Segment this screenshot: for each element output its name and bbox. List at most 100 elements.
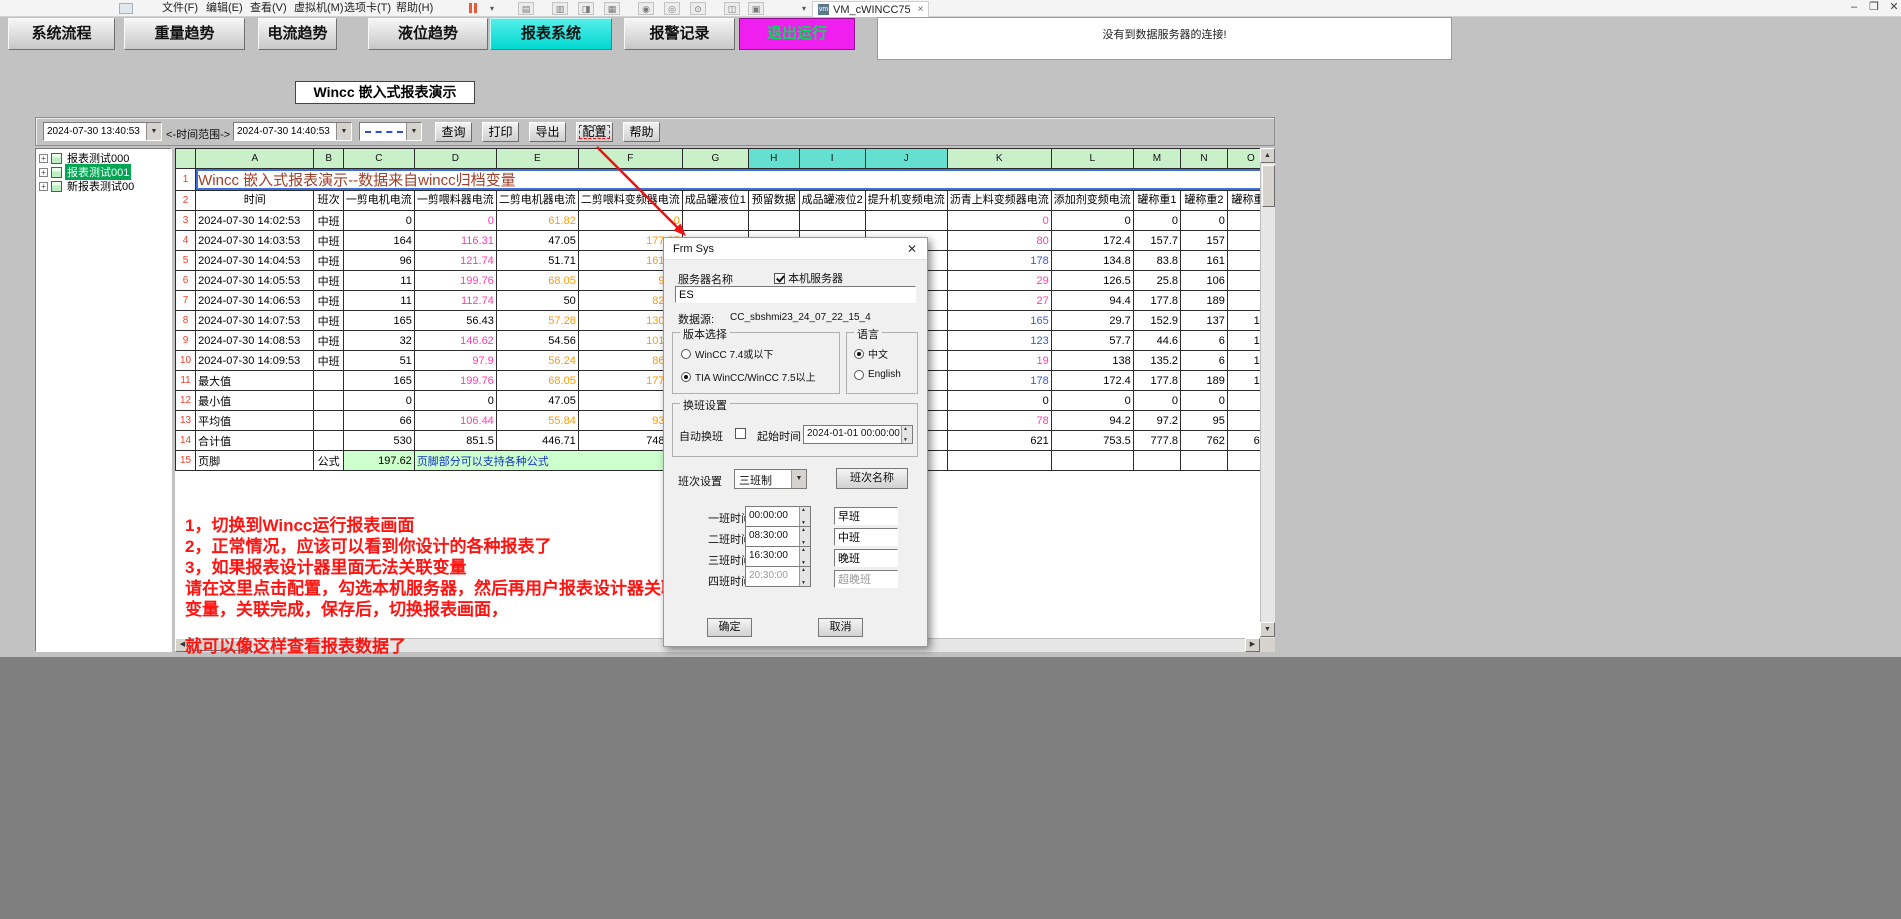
cell-r4-c11[interactable]: 172.4: [1051, 231, 1133, 251]
field-header-3[interactable]: 一剪喂料器电流: [414, 191, 496, 211]
shift2-name-input[interactable]: [834, 528, 898, 546]
cell-r10-c2[interactable]: 51: [343, 351, 414, 371]
cell-r12-c13[interactable]: 0: [1181, 391, 1228, 411]
field-header-11[interactable]: 添加剂变频电流: [1051, 191, 1133, 211]
column-header-B[interactable]: B: [314, 149, 343, 169]
nav-weight-trend-button[interactable]: 重量趋势: [124, 18, 245, 50]
radio-wincc74[interactable]: WinCC 7.4或以下: [681, 346, 773, 361]
cancel-button[interactable]: 取消: [818, 618, 863, 637]
cell-r4-c1[interactable]: 中班: [314, 231, 343, 251]
cell-r11-c13[interactable]: 189: [1181, 371, 1228, 391]
scroll-left-icon[interactable]: ◀: [175, 638, 190, 652]
query-button[interactable]: 查询: [435, 122, 472, 142]
cell-r5-c4[interactable]: 51.71: [496, 251, 578, 271]
cell-r10-c10[interactable]: 19: [947, 351, 1051, 371]
cell-r3-c8[interactable]: [799, 211, 865, 231]
sheet-title-cell[interactable]: Wincc 嵌入式报表演示--数据来自wincc归档变量: [196, 169, 1275, 191]
cell-r6-c12[interactable]: 25.8: [1133, 271, 1180, 291]
cell-r8-c1[interactable]: 中班: [314, 311, 343, 331]
cell-r5-c10[interactable]: 178: [947, 251, 1051, 271]
column-header-F[interactable]: F: [578, 149, 682, 169]
export-button[interactable]: 导出: [529, 122, 566, 142]
cell-r4-c12[interactable]: 157.7: [1133, 231, 1180, 251]
cell-footer-empty-4[interactable]: [1181, 451, 1228, 471]
scroll-right-icon[interactable]: ▶: [1245, 638, 1260, 652]
dialog-titlebar[interactable]: Frm Sys ✕: [664, 238, 927, 260]
row-header-12[interactable]: 12: [176, 391, 196, 411]
cell-r14-c0[interactable]: 合计值: [196, 431, 314, 451]
sound-device-icon[interactable]: ◨: [578, 2, 594, 15]
nav-current-trend-button[interactable]: 电流趋势: [258, 18, 337, 50]
print-button[interactable]: 打印: [482, 122, 519, 142]
checkbox-checked-icon[interactable]: [774, 273, 785, 284]
row-header-6[interactable]: 6: [176, 271, 196, 291]
cell-r12-c3[interactable]: 0: [414, 391, 496, 411]
power-dropdown-caret-icon[interactable]: ▾: [484, 2, 500, 15]
spinner-icon[interactable]: [901, 426, 912, 443]
cell-r3-c3[interactable]: 0: [414, 211, 496, 231]
cell-r4-c0[interactable]: 2024-07-30 14:03:53: [196, 231, 314, 251]
cell-r7-c12[interactable]: 177.8: [1133, 291, 1180, 311]
cell-r4-c10[interactable]: 80: [947, 231, 1051, 251]
cell-r12-c10[interactable]: 0: [947, 391, 1051, 411]
server-name-input[interactable]: [675, 286, 916, 303]
cell-r4-c2[interactable]: 164: [343, 231, 414, 251]
cell-r3-c12[interactable]: 0: [1133, 211, 1180, 231]
column-header-C[interactable]: C: [343, 149, 414, 169]
row-header-11[interactable]: 11: [176, 371, 196, 391]
cell-r7-c1[interactable]: 中班: [314, 291, 343, 311]
column-header-N[interactable]: N: [1181, 149, 1228, 169]
row-header-5[interactable]: 5: [176, 251, 196, 271]
row-header-7[interactable]: 7: [176, 291, 196, 311]
cell-r5-c1[interactable]: 中班: [314, 251, 343, 271]
field-header-12[interactable]: 罐称重1: [1133, 191, 1180, 211]
vertical-scrollbar[interactable]: ▲ ▼: [1260, 148, 1275, 652]
cell-r6-c4[interactable]: 68.05: [496, 271, 578, 291]
cell-r11-c4[interactable]: 68.05: [496, 371, 578, 391]
cell-footer-empty-3[interactable]: [1133, 451, 1180, 471]
cell-r14-c12[interactable]: 777.8: [1133, 431, 1180, 451]
cell-r8-c10[interactable]: 165: [947, 311, 1051, 331]
spinner-icon[interactable]: [799, 507, 810, 526]
cell-r6-c2[interactable]: 11: [343, 271, 414, 291]
cell-footer-empty-1[interactable]: [947, 451, 1051, 471]
radio-icon[interactable]: [681, 349, 691, 359]
shift3-name-input[interactable]: [834, 549, 898, 567]
field-header-10[interactable]: 沥青上料变频器电流: [947, 191, 1051, 211]
cell-r11-c1[interactable]: [314, 371, 343, 391]
cell-r9-c4[interactable]: 54.56: [496, 331, 578, 351]
column-header-H[interactable]: H: [748, 149, 799, 169]
row-header-3[interactable]: 3: [176, 211, 196, 231]
field-header-7[interactable]: 预留数据: [748, 191, 799, 211]
ok-button[interactable]: 确定: [707, 618, 752, 637]
snapshot-manager-icon[interactable]: ⊙: [690, 2, 706, 15]
vm-tab[interactable]: vm VM_cWINCC75 ×: [812, 1, 929, 17]
row-header-8[interactable]: 8: [176, 311, 196, 331]
line-style-selector[interactable]: ▼: [359, 122, 422, 141]
cell-r11-c0[interactable]: 最大值: [196, 371, 314, 391]
radio-tia-wincc75[interactable]: TIA WinCC/WinCC 7.5以上: [681, 369, 816, 384]
cell-r9-c11[interactable]: 57.7: [1051, 331, 1133, 351]
cell-r7-c11[interactable]: 94.4: [1051, 291, 1133, 311]
shift2-time-spinner[interactable]: 08:30:00: [745, 526, 811, 547]
nav-system-flow-button[interactable]: 系统流程: [8, 18, 115, 50]
row-header-13[interactable]: 13: [176, 411, 196, 431]
pause-icon[interactable]: [465, 2, 481, 15]
cell-r8-c0[interactable]: 2024-07-30 14:07:53: [196, 311, 314, 331]
nav-level-trend-button[interactable]: 液位趋势: [368, 18, 488, 50]
expand-icon[interactable]: +: [39, 182, 48, 191]
row-header-9[interactable]: 9: [176, 331, 196, 351]
field-header-13[interactable]: 罐称重2: [1181, 191, 1228, 211]
field-header-5[interactable]: 二剪喂料变频器电流: [578, 191, 682, 211]
window-maximize-button[interactable]: ❐: [1865, 0, 1883, 16]
nav-report-system-button[interactable]: 报表系统: [490, 18, 612, 50]
cell-r7-c3[interactable]: 112.74: [414, 291, 496, 311]
help-button[interactable]: 帮助: [623, 122, 660, 142]
cell-r9-c0[interactable]: 2024-07-30 14:08:53: [196, 331, 314, 351]
dialog-close-icon[interactable]: ✕: [903, 240, 921, 258]
cell-r11-c2[interactable]: 165: [343, 371, 414, 391]
cell-footer-label[interactable]: 页脚: [196, 451, 314, 471]
tree-item-report-test-001[interactable]: + 报表测试001: [39, 165, 171, 179]
shift3-time-spinner[interactable]: 16:30:00: [745, 546, 811, 567]
menu-help[interactable]: 帮助(H): [390, 1, 439, 16]
